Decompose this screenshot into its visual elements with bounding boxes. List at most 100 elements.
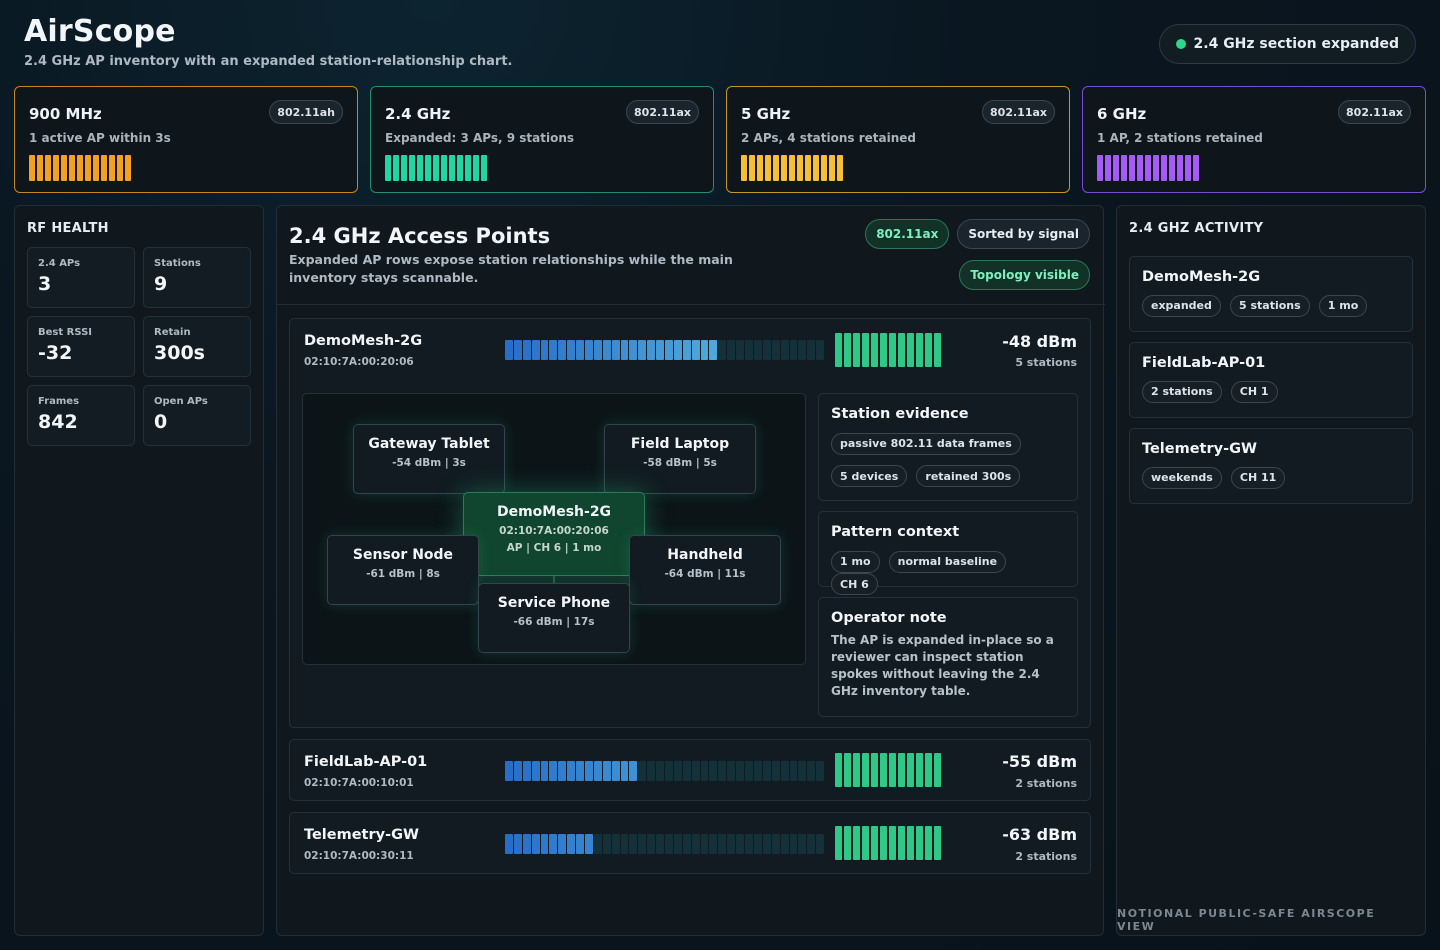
ap-name: DemoMesh-2G [304, 333, 423, 349]
stat-label: 2.4 APs [38, 258, 81, 269]
signal-segment [549, 340, 558, 360]
band-card-6ghz[interactable]: 6 GHz 1 AP, 2 stations retained 802.11ax [1082, 86, 1426, 193]
ap-row[interactable]: Telemetry-GW 02:10:7A:00:30:11 -63 dBm 2… [289, 812, 1091, 874]
signal-segment [771, 834, 780, 854]
meter-segment [1161, 155, 1167, 181]
activity-segment [862, 753, 869, 787]
stat-2-4-aps: 2.4 APs 3 [27, 247, 135, 308]
band-activity-meter [29, 155, 131, 181]
signal-segment [576, 834, 585, 854]
signal-segment [700, 761, 709, 781]
stat-value: 9 [154, 273, 168, 295]
activity-segment [925, 753, 932, 787]
signal-segment [629, 761, 638, 781]
band-desc: 1 AP, 2 stations retained [1097, 131, 1263, 145]
signal-segment [673, 834, 682, 854]
card-title: Operator note [831, 610, 947, 626]
station-meta: -58 dBm | 5s [643, 457, 717, 469]
band-desc: 1 active AP within 3s [29, 131, 171, 145]
activity-item[interactable]: DemoMesh-2G expanded 5 stations 1 mo [1129, 256, 1413, 332]
meter-segment [781, 155, 787, 181]
station-name: Handheld [667, 547, 743, 563]
meter-segment [77, 155, 83, 181]
band-card-900mhz[interactable]: 900 MHz 1 active AP within 3s 802.11ah [14, 86, 358, 193]
status-pill[interactable]: 2.4 GHz section expanded [1158, 24, 1416, 64]
meter-segment [465, 155, 471, 181]
station-node-sensor-node[interactable]: Sensor Node -61 dBm | 8s [327, 535, 479, 605]
ap-rssi: -55 dBm [1002, 752, 1077, 771]
ap-row[interactable]: FieldLab-AP-01 02:10:7A:00:10:01 -55 dBm… [289, 739, 1091, 801]
signal-segment [789, 340, 798, 360]
station-name: Sensor Node [352, 547, 454, 563]
app-subtitle: 2.4 GHz AP inventory with an expanded st… [24, 54, 513, 69]
activity-item[interactable]: Telemetry-GW weekends CH 11 [1129, 428, 1413, 504]
card-title: Station evidence [831, 406, 969, 422]
meter-segment [821, 155, 827, 181]
signal-segment [780, 340, 789, 360]
station-node-field-laptop[interactable]: Field Laptop -58 dBm | 5s [604, 424, 756, 494]
station-node-handheld[interactable]: Handheld -64 dBm | 11s [629, 535, 781, 605]
stat-value: 842 [38, 411, 78, 433]
activity-chip: 1 mo [1318, 294, 1368, 317]
signal-segment [656, 761, 665, 781]
signal-segment [709, 761, 718, 781]
signal-segment [611, 761, 620, 781]
activity-segment [934, 753, 941, 787]
signal-segment [673, 340, 682, 360]
chip-line: 5 devices retained 300s [831, 465, 1065, 487]
ap-mac: 02:10:7A:00:20:06 [304, 356, 414, 368]
activity-segment [907, 826, 914, 860]
meter-segment [1097, 155, 1103, 181]
meter-segment [1185, 155, 1191, 181]
meter-segment [69, 155, 75, 181]
station-node-gateway-tablet[interactable]: Gateway Tablet -54 dBm | 3s [353, 424, 505, 494]
band-desc: Expanded: 3 APs, 9 stations [385, 131, 575, 145]
station-meta: -61 dBm | 8s [366, 568, 440, 580]
signal-segment [718, 834, 727, 854]
signal-segment [736, 340, 745, 360]
signal-segment [807, 834, 816, 854]
signal-segment [656, 340, 665, 360]
signal-segment [727, 834, 736, 854]
signal-segment [780, 761, 789, 781]
meter-segment [1121, 155, 1127, 181]
activity-chip: CH 1 [1230, 380, 1278, 403]
signal-segment [629, 834, 638, 854]
meter-segment [749, 155, 755, 181]
signal-segment [807, 761, 816, 781]
meter-segment [1145, 155, 1151, 181]
signal-segment [816, 834, 825, 854]
signal-segment [718, 340, 727, 360]
signal-segment [638, 340, 647, 360]
meter-segment [1169, 155, 1175, 181]
activity-chip: 5 stations [1230, 294, 1310, 317]
ap-row-expanded[interactable]: DemoMesh-2G 02:10:7A:00:20:06 -48 dBm 5 … [289, 318, 1091, 728]
standard-filter-chip[interactable]: 802.11ax [865, 219, 950, 249]
stat-value: 300s [154, 342, 205, 364]
station-node-service-phone[interactable]: Service Phone -66 dBm | 17s [478, 583, 630, 653]
topology-toggle-chip[interactable]: Topology visible [959, 260, 1090, 290]
signal-segment [709, 340, 718, 360]
app-title: AirScope [24, 14, 176, 49]
signal-segment [673, 761, 682, 781]
signal-segment [798, 834, 807, 854]
signal-segment [816, 340, 825, 360]
band-activity-meter [741, 155, 843, 181]
ap-hub-node[interactable]: DemoMesh-2G 02:10:7A:00:20:06 AP | CH 6 … [463, 492, 645, 576]
signal-segment [638, 761, 647, 781]
sort-chip[interactable]: Sorted by signal [957, 219, 1090, 249]
band-card-2-4ghz[interactable]: 2.4 GHz Expanded: 3 APs, 9 stations 802.… [370, 86, 714, 193]
meter-segment [829, 155, 835, 181]
activity-heading: 2.4 GHZ ACTIVITY [1129, 221, 1264, 236]
band-card-5ghz[interactable]: 5 GHz 2 APs, 4 stations retained 802.11a… [726, 86, 1070, 193]
chip-line: 1 mo normal baseline CH 6 [831, 550, 1065, 595]
signal-segment [638, 834, 647, 854]
chip-line: passive 802.11 data frames [831, 432, 1065, 455]
signal-segment [593, 340, 602, 360]
signal-segment [682, 761, 691, 781]
signal-segment [549, 761, 558, 781]
meter-segment [117, 155, 123, 181]
activity-item[interactable]: FieldLab-AP-01 2 stations CH 1 [1129, 342, 1413, 418]
meter-segment [385, 155, 391, 181]
signal-segment [602, 761, 611, 781]
